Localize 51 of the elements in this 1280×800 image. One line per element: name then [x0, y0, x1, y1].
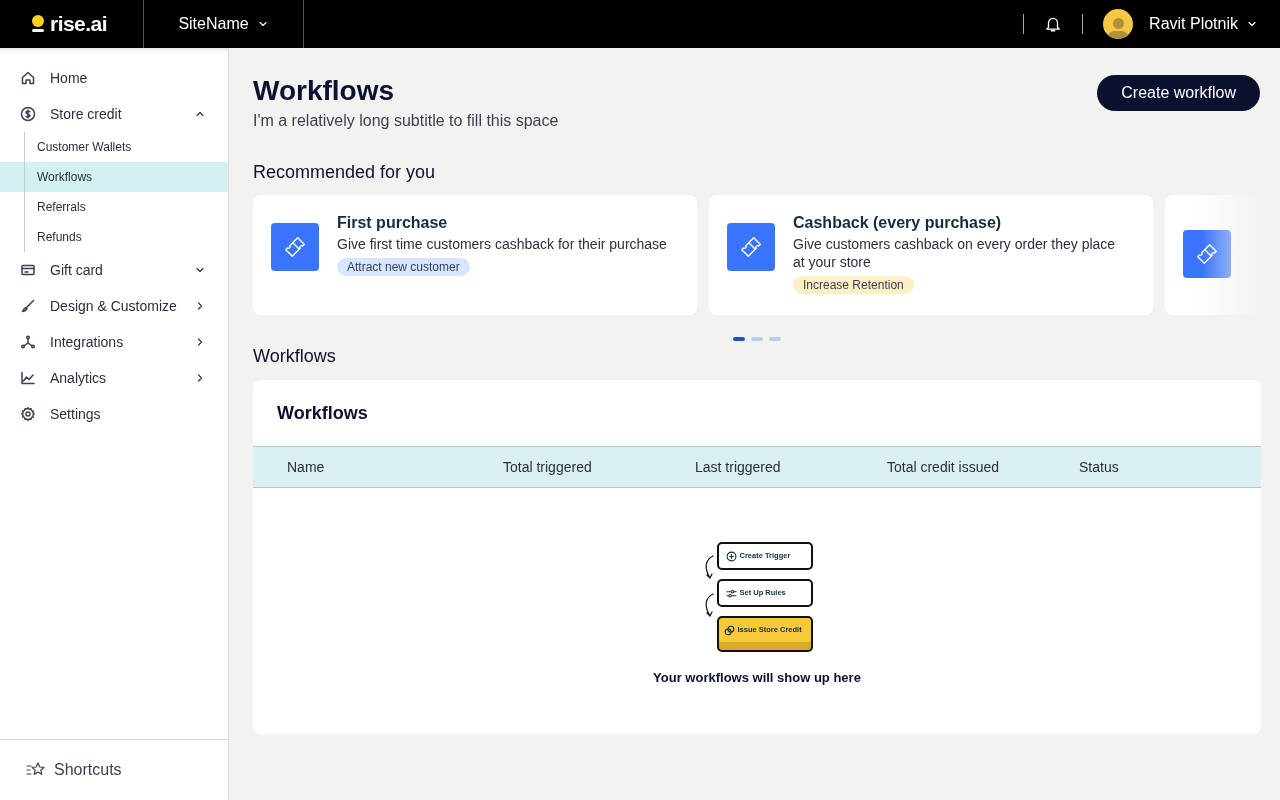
- card-icon: [20, 262, 36, 278]
- avatar[interactable]: [1103, 9, 1134, 39]
- column-header[interactable]: Status: [1079, 456, 1261, 478]
- section-heading: Recommended for you: [253, 161, 437, 184]
- user-menu[interactable]: Ravit Plotnik: [1149, 12, 1258, 36]
- chart-icon: [20, 370, 36, 386]
- tag: Attract new customer: [337, 258, 470, 276]
- nodes-icon: [20, 334, 36, 350]
- ticket-icon: [1194, 241, 1220, 267]
- nav-item[interactable]: Integrations: [0, 324, 228, 360]
- column-header[interactable]: Total credit issued: [887, 456, 1079, 478]
- card-title: First purchase: [337, 213, 449, 233]
- nav-item[interactable]: Store credit: [0, 96, 228, 132]
- nav-item[interactable]: Settings: [0, 396, 228, 432]
- plus-circle-icon: [725, 550, 737, 562]
- notifications-button[interactable]: [1044, 15, 1063, 33]
- card-title: Cashback (every purchase): [793, 213, 1003, 233]
- brush-icon: [20, 298, 36, 314]
- nav-subitem[interactable]: Referrals: [0, 192, 228, 222]
- nav-item[interactable]: Analytics: [0, 360, 228, 396]
- logo-icon: [30, 14, 46, 34]
- sliders-icon: [725, 587, 737, 599]
- logo-text: rise.ai: [50, 11, 108, 38]
- tag: Increase Retention: [793, 276, 914, 294]
- bell-icon: [1044, 15, 1063, 33]
- home-icon: [20, 70, 36, 86]
- ticket-icon: [738, 234, 764, 260]
- column-header[interactable]: Last triggered: [695, 456, 887, 478]
- panel-title: Workflows: [276, 402, 369, 425]
- card-description: Give first time customers cashback for their purchase: [337, 235, 668, 253]
- recommendation-card[interactable]: Cashback (every purchase) Give customers cashback on every order they place at your store Increase Retention: [709, 195, 1153, 315]
- nav-subitem[interactable]: Customer Wallets: [0, 132, 228, 162]
- column-header[interactable]: Total triggered: [503, 456, 695, 478]
- nav-item[interactable]: Home: [0, 60, 228, 96]
- nav-item[interactable]: Gift card: [0, 252, 228, 288]
- dollar-icon: [20, 106, 36, 122]
- nav-subitem[interactable]: Workflows: [0, 162, 228, 192]
- nav-item[interactable]: Design & Customize: [0, 288, 228, 324]
- page-subtitle: I'm a relatively long subtitle to fill this space: [253, 111, 559, 131]
- empty-state-message: Your workflows will show up here: [653, 669, 861, 687]
- nav-subitem[interactable]: Refunds: [0, 222, 228, 252]
- ticket-icon: [282, 234, 308, 260]
- recommendation-card[interactable]: First purchase Give first time customers cashback for their purchase Attract new customer: [253, 195, 697, 315]
- coins-icon: [723, 624, 735, 636]
- create-workflow-button[interactable]: Create workflow: [1097, 75, 1260, 111]
- page-title: Workflows: [253, 75, 396, 107]
- card-description: Give customers cashback on every order they place at your store: [793, 235, 1117, 271]
- settings-icon: [20, 406, 36, 422]
- section-heading: Workflows: [253, 345, 337, 368]
- shortcuts-button[interactable]: Shortcuts: [0, 739, 228, 800]
- column-header[interactable]: Name: [287, 456, 503, 478]
